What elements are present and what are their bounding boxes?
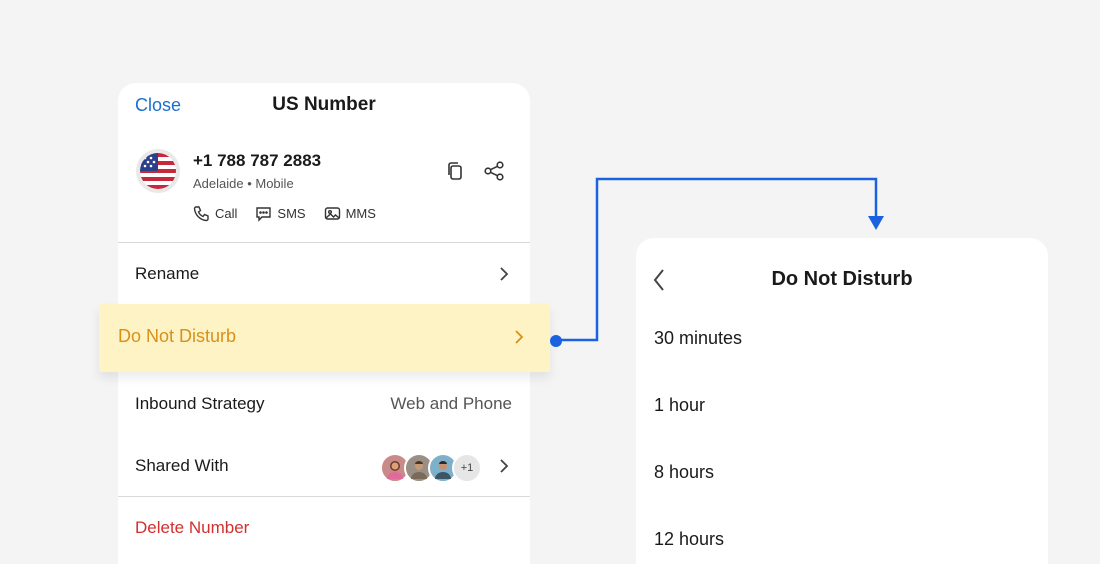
dnd-option-12-hours[interactable]: 12 hours: [654, 529, 724, 550]
inbound-strategy-label: Inbound Strategy: [135, 394, 265, 413]
copy-icon[interactable]: [444, 160, 466, 182]
inbound-strategy-row[interactable]: Inbound Strategy Web and Phone: [118, 373, 530, 433]
chevron-right-icon: [500, 267, 509, 281]
extra-shared-count: +1: [452, 453, 482, 483]
dnd-panel-title: Do Not Disturb: [771, 268, 913, 290]
contact-actions: Call SMS MMS: [193, 205, 376, 222]
phone-location-type: Adelaide • Mobile: [193, 176, 294, 191]
share-icon[interactable]: [483, 160, 505, 182]
contact-card: +1 788 787 2883 Adelaide • Mobile Call S…: [118, 139, 530, 243]
phone-icon: [193, 206, 209, 222]
phone-number: +1 788 787 2883: [193, 151, 322, 170]
do-not-disturb-label: Do Not Disturb: [118, 326, 237, 346]
shared-avatars: +1: [380, 453, 482, 483]
shared-with-row[interactable]: Shared With +1: [118, 435, 530, 495]
rename-row[interactable]: Rename: [118, 243, 530, 303]
call-label: Call: [215, 206, 238, 221]
chevron-right-icon: [515, 330, 524, 344]
dnd-option-30-minutes[interactable]: 30 minutes: [654, 328, 742, 349]
rename-label: Rename: [135, 264, 200, 283]
dnd-option-1-hour[interactable]: 1 hour: [654, 395, 705, 416]
do-not-disturb-panel: Do Not Disturb 30 minutes 1 hour 8 hours…: [636, 238, 1048, 564]
panel-header: Close US Number: [118, 83, 530, 129]
mms-label: MMS: [345, 206, 376, 221]
shared-with-label: Shared With: [135, 456, 229, 475]
chevron-right-icon: [500, 459, 509, 473]
sms-label: SMS: [277, 206, 306, 221]
panel-title: US Number: [272, 94, 376, 115]
inbound-strategy-value: Web and Phone: [390, 394, 512, 413]
do-not-disturb-row[interactable]: Do Not Disturb: [99, 304, 550, 372]
sms-action[interactable]: SMS: [255, 205, 306, 222]
us-flag-icon: [136, 149, 180, 193]
mms-action[interactable]: MMS: [324, 205, 376, 222]
dnd-option-8-hours[interactable]: 8 hours: [654, 462, 714, 483]
delete-number-label: Delete Number: [135, 518, 250, 537]
connector-dot: [550, 335, 562, 347]
call-action[interactable]: Call: [193, 205, 237, 222]
sms-icon: [256, 207, 272, 222]
mms-icon: [324, 207, 340, 220]
delete-number-row[interactable]: Delete Number: [118, 497, 530, 557]
